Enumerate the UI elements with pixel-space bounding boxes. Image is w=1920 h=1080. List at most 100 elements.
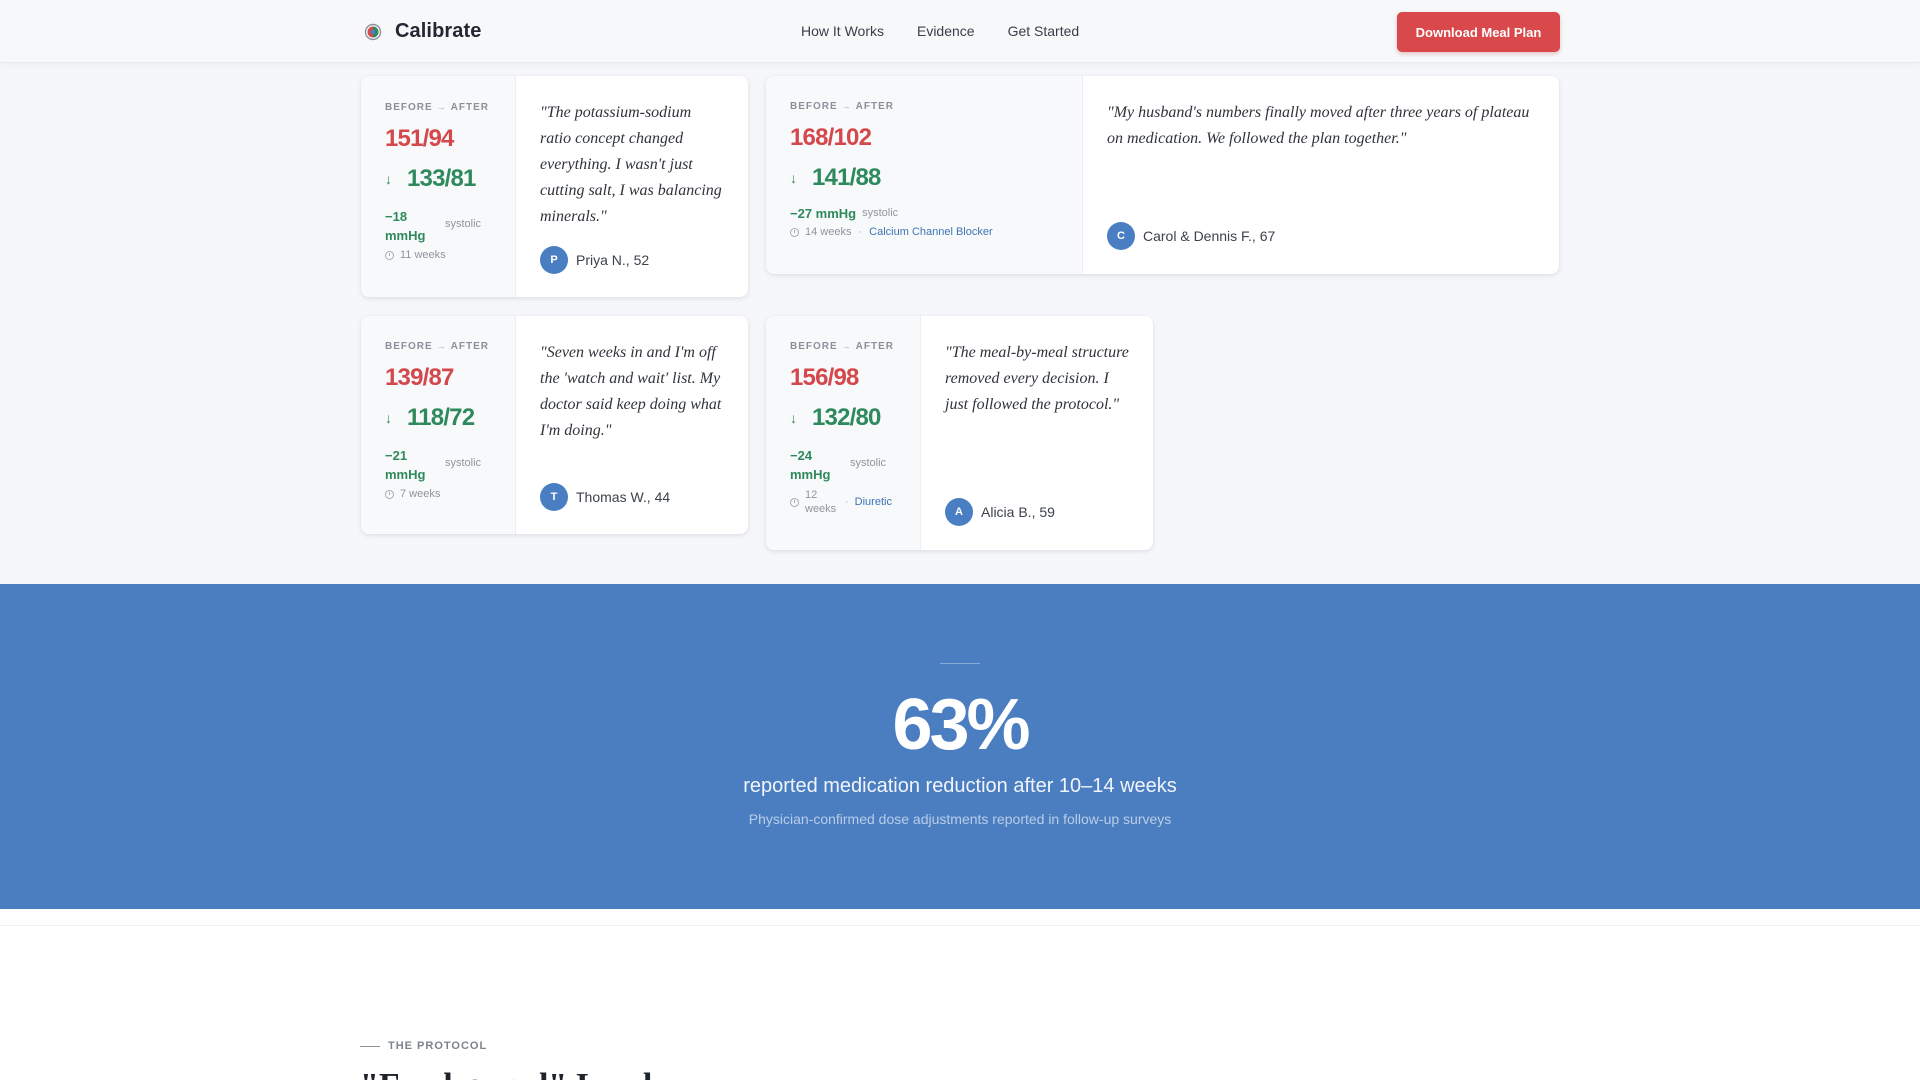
delta-row: −24 mmHg systolic [790,446,920,484]
stat-label: reported medication reduction after 10–1… [743,775,1177,797]
meta-row: 14 weeks · Calcium Channel Blocker [790,226,1082,238]
duration: 7 weeks [400,488,441,500]
section-heading: "Food-pared" I and [360,1067,652,1080]
nav-links: How It Works Evidence Get Started [801,23,1112,39]
bp-delta: −27 mmHg [790,206,857,221]
bp-before: 139/87 [385,364,454,391]
section-eyebrow: THE PROTOCOL [360,1040,487,1052]
testimonial-card: BEFORE → AFTER 156/98 ↓ 132/80 −24 mmHg sy… [766,316,1153,550]
before-after-label: BEFORE → AFTER [790,101,895,112]
arrow-right-icon: → [841,101,852,111]
author: T Thomas W., 44 [540,483,670,511]
author: P Priya N., 52 [540,246,649,274]
quote-panel: "My husband's numbers finally moved afte… [1083,76,1559,274]
avatar: P [540,246,568,274]
duration: 11 weeks [400,249,446,261]
arrow-down-icon: ↓ [790,170,797,186]
bp-after: 132/80 [812,404,881,431]
protocol-section: THE PROTOCOL "Food-pared" I and [0,909,1920,1080]
before-after-label: BEFORE → AFTER [790,341,895,352]
bp-after-row: ↓ 133/81 [385,165,515,193]
arrow-right-icon: → [436,102,447,112]
bp-panel: BEFORE → AFTER 151/94 ↓ 133/81 −18 mmHg sy… [361,76,516,297]
testimonial-card: BEFORE → AFTER 139/87 ↓ 118/72 −21 mmHg sy… [361,316,748,534]
separator-dot: · [845,496,849,508]
bp-delta: −18 mmHg [385,209,426,243]
bp-after-row: ↓ 141/88 [790,164,1082,192]
quote-panel: "The meal-by-meal structure removed ever… [921,316,1153,550]
testimonial-quote: "Seven weeks in and I'm off the 'watch a… [540,344,722,439]
stat-band: 63% reported medication reduction after … [0,584,1920,909]
separator-dot: · [858,226,863,238]
nav-link-get-started[interactable]: Get Started [1008,23,1080,39]
nav-link-how-it-works[interactable]: How It Works [801,23,884,39]
bp-after-row: ↓ 132/80 [790,404,920,432]
bp-after: 141/88 [812,164,881,191]
stat-subtext: Physician-confirmed dose adjustments rep… [748,811,1172,827]
eyebrow-label: THE PROTOCOL [388,1040,488,1052]
author-name: Priya N., 52 [576,252,650,268]
testimonial-quote: "The potassium-sodium ratio concept chan… [540,104,722,225]
author-name: Alicia B., 59 [981,504,1055,520]
delta-unit: systolic [445,457,482,469]
author: C Carol & Dennis F., 67 [1107,222,1275,250]
bp-panel: BEFORE → AFTER 156/98 ↓ 132/80 −24 mmHg sy… [766,316,921,550]
delta-unit: systolic [862,207,899,219]
arrow-down-icon: ↓ [790,410,797,426]
divider [940,663,980,664]
download-meal-plan-button[interactable]: Download Meal Plan [1397,12,1560,52]
divider [0,925,1920,926]
brand-name: Calibrate [395,20,482,42]
duration: 14 weeks [805,226,852,238]
clock-icon [790,497,799,507]
clock-icon [385,489,394,499]
top-nav: Calibrate How It Works Evidence Get Star… [0,0,1920,63]
avatar: T [540,483,568,511]
stat-value: 63% [892,685,1030,765]
arrow-right-icon: → [436,341,447,351]
before-after-label: BEFORE → AFTER [385,341,490,352]
bp-after-row: ↓ 118/72 [385,404,515,432]
bp-before: 168/102 [790,124,872,151]
arrow-down-icon: ↓ [385,171,392,187]
delta-row: −18 mmHg systolic [385,207,515,245]
avatar: C [1107,222,1135,250]
medication-tag: Diuretic [854,496,892,508]
testimonial-quote: "My husband's numbers finally moved afte… [1107,104,1530,147]
bp-after: 133/81 [407,165,476,192]
bp-after: 118/72 [407,404,475,431]
avatar: A [945,498,973,526]
author: A Alicia B., 59 [945,498,1055,526]
author-name: Carol & Dennis F., 67 [1143,228,1276,244]
meta-row: 11 weeks [385,249,515,261]
delta-unit: systolic [850,457,887,469]
eyebrow-line [360,1045,380,1047]
meta-row: 12 weeks · Diuretic [790,488,920,516]
bp-panel: BEFORE → AFTER 139/87 ↓ 118/72 −21 mmHg sy… [361,316,516,534]
calibrate-logo-icon [362,21,384,43]
testimonial-card: BEFORE → AFTER 168/102 ↓ 141/88 −27 mmHg s… [766,76,1559,274]
author-name: Thomas W., 44 [576,489,671,505]
bp-panel: BEFORE → AFTER 168/102 ↓ 141/88 −27 mmHg s… [766,76,1083,274]
quote-panel: "Seven weeks in and I'm off the 'watch a… [516,316,748,534]
testimonial-quote: "The meal-by-meal structure removed ever… [945,344,1129,413]
duration: 12 weeks [805,489,837,515]
delta-row: −21 mmHg systolic [385,446,515,484]
before-after-label: BEFORE → AFTER [385,102,490,113]
clock-icon [790,227,799,237]
bp-before: 156/98 [790,364,859,391]
brand[interactable]: Calibrate [362,20,482,43]
delta-unit: systolic [445,218,482,230]
arrow-down-icon: ↓ [385,410,392,426]
delta-row: −27 mmHg systolic [790,204,1082,223]
nav-link-evidence[interactable]: Evidence [917,23,975,39]
bp-before: 151/94 [385,125,454,152]
medication-tag: Calcium Channel Blocker [869,226,993,238]
bp-delta: −21 mmHg [385,448,426,482]
bp-delta: −24 mmHg [790,448,831,482]
quote-panel: "The potassium-sodium ratio concept chan… [516,76,748,297]
meta-row: 7 weeks [385,488,515,500]
arrow-right-icon: → [841,341,852,351]
clock-icon [385,250,394,260]
testimonial-card: BEFORE → AFTER 151/94 ↓ 133/81 −18 mmHg sy… [361,76,748,297]
